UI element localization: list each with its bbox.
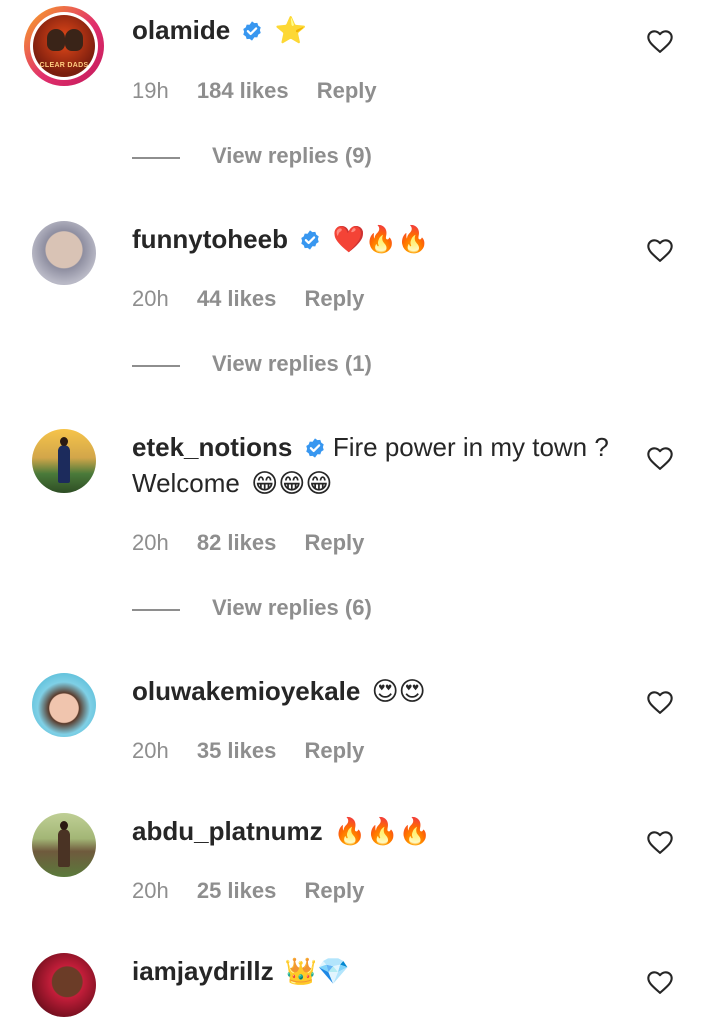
- comment-emoji: 👑💎: [284, 956, 350, 986]
- avatar-logo-text: CLEAR DADS: [39, 62, 89, 69]
- reply-button[interactable]: Reply: [304, 878, 364, 903]
- avatar[interactable]: [32, 813, 96, 877]
- likes-count[interactable]: 82 likes: [197, 530, 277, 555]
- heart-outline-icon[interactable]: [646, 829, 674, 857]
- timestamp: 20h: [132, 286, 169, 311]
- username[interactable]: etek_notions: [132, 432, 292, 462]
- comment-meta: 20h 82 likes Reply: [132, 530, 386, 556]
- username[interactable]: iamjaydrillz: [132, 956, 274, 986]
- comment-meta: 20h 35 likes Reply: [132, 738, 386, 764]
- avatar: CLEAR DADS: [33, 15, 95, 77]
- username[interactable]: oluwakemioyekale: [132, 676, 360, 706]
- avatar-figure: [58, 821, 70, 867]
- view-replies-label: View replies (1): [212, 351, 372, 376]
- reply-button[interactable]: Reply: [304, 286, 364, 311]
- heart-outline-icon[interactable]: [646, 969, 674, 997]
- comment-text: oluwakemioyekale 😍😍: [132, 673, 612, 709]
- comment-emoji: 😁😁😁: [251, 468, 333, 498]
- comment-meta: 20h 44 likes Reply: [132, 286, 386, 312]
- timestamp: 19h: [132, 78, 169, 103]
- reply-button[interactable]: Reply: [304, 738, 364, 763]
- avatar-figure: [47, 29, 65, 51]
- avatar-figure: [58, 437, 70, 483]
- avatar-story-ring[interactable]: CLEAR DADS: [24, 6, 104, 86]
- view-replies-label: View replies (9): [212, 143, 372, 168]
- verified-badge-icon: [305, 438, 324, 458]
- username[interactable]: funnytoheeb: [132, 224, 288, 254]
- timestamp: 20h: [132, 738, 169, 763]
- avatar[interactable]: [32, 429, 96, 493]
- comment-emoji: 😍😍: [371, 676, 426, 706]
- comment-meta: 19h 184 likes Reply: [132, 78, 399, 104]
- timestamp: 20h: [132, 878, 169, 903]
- avatar-figure: [65, 29, 83, 51]
- verified-badge-icon: [301, 230, 319, 250]
- heart-outline-icon[interactable]: [646, 28, 674, 56]
- username[interactable]: olamide: [132, 15, 230, 45]
- avatar[interactable]: [32, 953, 96, 1017]
- likes-count[interactable]: 25 likes: [197, 878, 277, 903]
- reply-button[interactable]: Reply: [317, 78, 377, 103]
- heart-outline-icon[interactable]: [646, 237, 674, 265]
- reply-button[interactable]: Reply: [304, 530, 364, 555]
- avatar[interactable]: [32, 221, 96, 285]
- verified-badge-icon: [243, 21, 262, 41]
- likes-count[interactable]: 35 likes: [197, 738, 277, 763]
- comment-text: abdu_platnumz 🔥🔥🔥: [132, 813, 612, 849]
- heart-outline-icon[interactable]: [646, 689, 674, 717]
- comment-meta: 20h 25 likes Reply: [132, 878, 386, 904]
- likes-count[interactable]: 44 likes: [197, 286, 277, 311]
- comment-emoji: ⭐: [274, 15, 308, 45]
- avatar-inner: CLEAR DADS: [30, 12, 98, 80]
- replies-divider: [132, 365, 180, 367]
- comment-emoji: ❤️🔥🔥: [332, 224, 430, 254]
- replies-divider: [132, 609, 180, 611]
- heart-outline-icon[interactable]: [646, 445, 674, 473]
- likes-count[interactable]: 184 likes: [197, 78, 289, 103]
- replies-divider: [132, 157, 180, 159]
- avatar[interactable]: [32, 673, 96, 737]
- username[interactable]: abdu_platnumz: [132, 816, 323, 846]
- comment-emoji: 🔥🔥🔥: [333, 816, 432, 846]
- comment-text: funnytoheeb ❤️🔥🔥: [132, 221, 612, 257]
- comment-text: iamjaydrillz 👑💎: [132, 953, 612, 989]
- comment-text: olamide ⭐: [132, 12, 612, 48]
- comment-text: etek_notions Fire power in my town ? Wel…: [132, 429, 612, 501]
- timestamp: 20h: [132, 530, 169, 555]
- view-replies-label: View replies (6): [212, 595, 372, 620]
